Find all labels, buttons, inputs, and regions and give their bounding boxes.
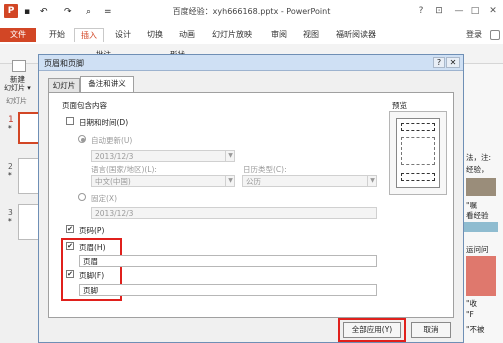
slide-number-3: 3 — [8, 208, 13, 217]
calendar-type-value: 公历 — [246, 177, 261, 186]
ribbon-display-icon[interactable]: ⊡ — [432, 4, 446, 18]
background-text: 运问问 — [466, 245, 489, 254]
apply-all-button[interactable]: 全部应用(Y) — [343, 322, 401, 338]
tab-animations[interactable]: 动画 — [174, 28, 200, 42]
slides-group-label: 幻灯片 — [6, 97, 27, 105]
tab-foxit-reader[interactable]: 福昕阅读器 — [334, 28, 378, 42]
footer-value: 页脚 — [83, 286, 98, 295]
chevron-down-icon[interactable]: ▼ — [225, 175, 235, 187]
date-format-value: 2013/12/3 — [95, 152, 134, 161]
dialog-title: 页眉和页脚 — [44, 59, 84, 68]
slide-thumbnail-2[interactable] — [18, 158, 40, 194]
login-link[interactable]: 登录 — [462, 28, 486, 42]
tab-slide[interactable]: 幻灯片 — [48, 78, 80, 92]
user-icon[interactable] — [490, 30, 500, 40]
help-icon[interactable]: ? — [414, 4, 428, 18]
calendar-type-label: 日历类型(C): — [243, 165, 287, 174]
dialog-title-bar[interactable]: 页眉和页脚 ? ✕ — [39, 55, 463, 71]
language-label: 语言(国家/地区)(L): — [91, 165, 157, 174]
fixed-date-input[interactable]: 2013/12/3 — [91, 207, 377, 219]
slide-number-2: 2 — [8, 162, 13, 171]
header-footer-dialog: 页眉和页脚 ? ✕ 幻灯片 备注和讲义 页面包含内容 日期和时间(D) 自动更新… — [38, 54, 464, 343]
background-text: "收 — [466, 299, 477, 308]
tab-transitions[interactable]: 切换 — [142, 28, 168, 42]
language-value: 中文(中国) — [95, 177, 131, 186]
background-text: 看经验 — [466, 211, 489, 220]
calendar-type-select[interactable]: 公历 — [242, 175, 377, 187]
preview-label: 预览 — [392, 101, 407, 110]
footer-checkbox[interactable] — [66, 270, 74, 278]
background-text: "不被 — [466, 325, 485, 334]
slide-star-1: * — [8, 124, 12, 133]
fixed-date-label: 固定(X) — [91, 194, 117, 203]
background-text: "F — [466, 310, 474, 319]
auto-update-radio[interactable] — [78, 135, 86, 143]
date-time-checkbox[interactable] — [66, 117, 74, 125]
preview-frame — [389, 111, 447, 195]
minimize-button[interactable]: — — [452, 4, 466, 18]
tab-panel: 页面包含内容 日期和时间(D) 自动更新(U) 2013/12/3 ▼ 语言(国… — [48, 92, 454, 318]
dialog-close-button[interactable]: ✕ — [446, 57, 460, 68]
slide-star-2: * — [8, 171, 12, 180]
tab-view[interactable]: 视图 — [298, 28, 324, 42]
cancel-button[interactable]: 取消 — [411, 322, 451, 338]
chevron-down-icon[interactable]: ▼ — [225, 150, 235, 162]
background-image — [466, 256, 496, 296]
maximize-button[interactable]: □ — [468, 4, 482, 18]
header-input[interactable]: 页眉 — [79, 255, 377, 267]
footer-input[interactable]: 页脚 — [79, 284, 377, 296]
preview-footer-area — [401, 173, 435, 181]
new-slide-icon[interactable] — [12, 60, 26, 72]
tab-insert[interactable]: 插入 — [74, 28, 104, 42]
chevron-down-icon[interactable]: ▼ — [367, 175, 377, 187]
new-slide-dropdown[interactable]: 幻灯片 ▾ — [4, 83, 31, 93]
section-label: 页面包含内容 — [62, 101, 107, 110]
language-select[interactable]: 中文(中国) — [91, 175, 235, 187]
preview-content-area — [401, 137, 435, 165]
footer-label: 页脚(F) — [79, 271, 105, 280]
fixed-date-radio[interactable] — [78, 193, 86, 201]
header-label: 页眉(H) — [79, 243, 106, 252]
preview-header-area — [401, 123, 435, 131]
tab-home[interactable]: 开始 — [44, 28, 70, 42]
slide-thumbnail-1[interactable] — [18, 112, 40, 144]
header-checkbox[interactable] — [66, 242, 74, 250]
tab-notes-handouts[interactable]: 备注和讲义 — [80, 76, 134, 93]
header-value: 页眉 — [83, 257, 98, 266]
background-text: 经验， — [466, 165, 489, 174]
tab-slideshow[interactable]: 幻灯片放映 — [208, 28, 256, 42]
preview-page — [396, 118, 440, 188]
tab-file[interactable]: 文件 — [0, 28, 36, 42]
background-image — [464, 222, 498, 232]
date-time-label: 日期和时间(D) — [79, 118, 129, 127]
tab-review[interactable]: 审阅 — [266, 28, 292, 42]
background-text: 法，注: — [466, 153, 492, 162]
background-image — [466, 178, 496, 196]
dialog-help-button[interactable]: ? — [433, 57, 445, 68]
page-number-label: 页码(P) — [79, 226, 105, 235]
slide-thumbnail-3[interactable] — [18, 204, 40, 240]
page-number-checkbox[interactable] — [66, 225, 74, 233]
close-button[interactable]: ✕ — [486, 4, 500, 18]
slide-star-3: * — [8, 217, 12, 226]
tab-design[interactable]: 设计 — [110, 28, 136, 42]
fixed-date-value: 2013/12/3 — [95, 209, 134, 218]
date-format-select[interactable]: 2013/12/3 — [91, 150, 235, 162]
auto-update-label: 自动更新(U) — [91, 136, 133, 145]
